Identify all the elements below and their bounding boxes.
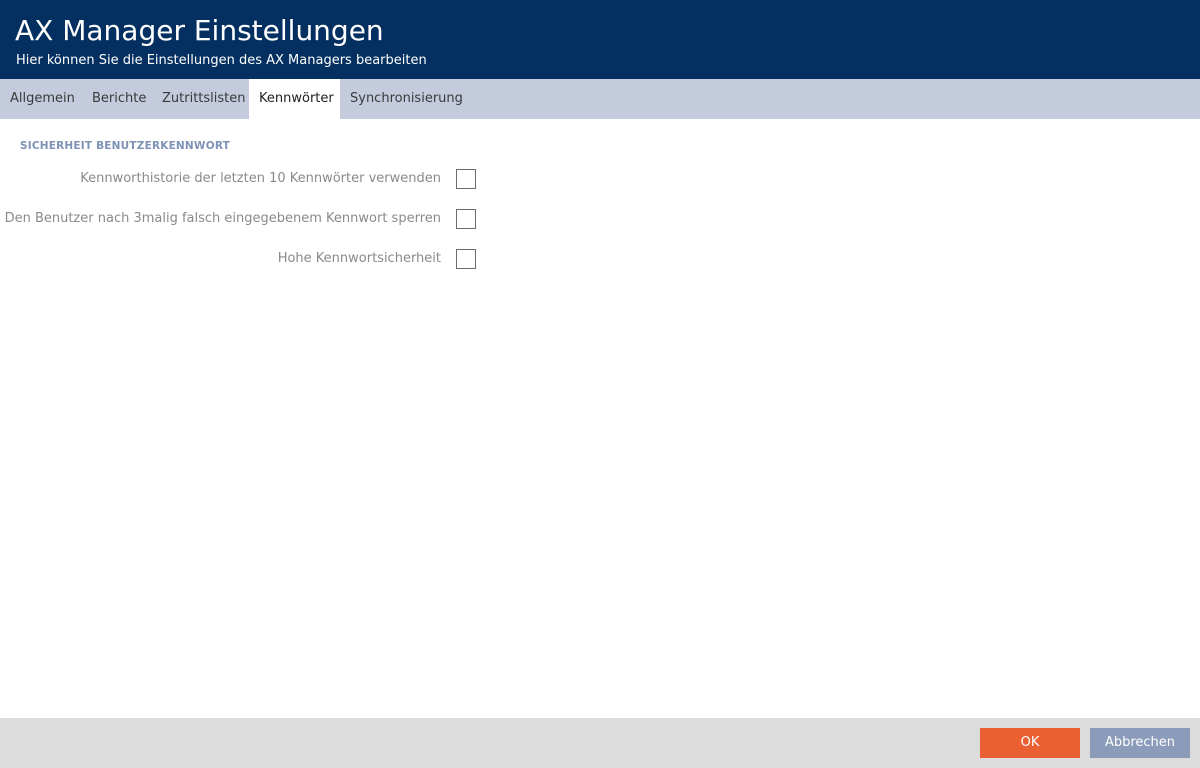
option-label-password-history: Kennworthistorie der letzten 10 Kennwört… <box>80 171 441 186</box>
header: AX Manager Einstellungen Hier können Sie… <box>0 0 1200 79</box>
option-row-password-history: Kennworthistorie der letzten 10 Kennwört… <box>0 169 480 191</box>
tab-synchronisierung[interactable]: Synchronisierung <box>340 79 473 119</box>
ok-button[interactable]: OK <box>980 728 1080 758</box>
footer-bar: OK Abbrechen <box>0 718 1200 768</box>
page-subtitle: Hier können Sie die Einstellungen des AX… <box>16 53 427 68</box>
option-label-lock-user: Den Benutzer nach 3malig falsch eingegeb… <box>4 211 441 226</box>
tab-bar: Allgemein Berichte Zutrittslisten Kennwö… <box>0 79 1200 119</box>
high-security-checkbox[interactable] <box>456 249 476 269</box>
option-label-high-security: Hohe Kennwortsicherheit <box>277 251 441 266</box>
option-row-high-security: Hohe Kennwortsicherheit <box>0 249 480 271</box>
section-title: SICHERHEIT BENUTZERKENNWORT <box>20 140 230 152</box>
tab-zutrittslisten[interactable]: Zutrittslisten <box>152 79 256 119</box>
lock-user-checkbox[interactable] <box>456 209 476 229</box>
option-row-lock-user: Den Benutzer nach 3malig falsch eingegeb… <box>0 209 480 231</box>
tab-kennwoerter[interactable]: Kennwörter <box>249 79 340 119</box>
tab-allgemein[interactable]: Allgemein <box>0 79 85 119</box>
settings-window: AX Manager Einstellungen Hier können Sie… <box>0 0 1200 768</box>
cancel-button[interactable]: Abbrechen <box>1090 728 1190 758</box>
tab-berichte[interactable]: Berichte <box>82 79 156 119</box>
page-title: AX Manager Einstellungen <box>15 14 384 47</box>
password-history-checkbox[interactable] <box>456 169 476 189</box>
